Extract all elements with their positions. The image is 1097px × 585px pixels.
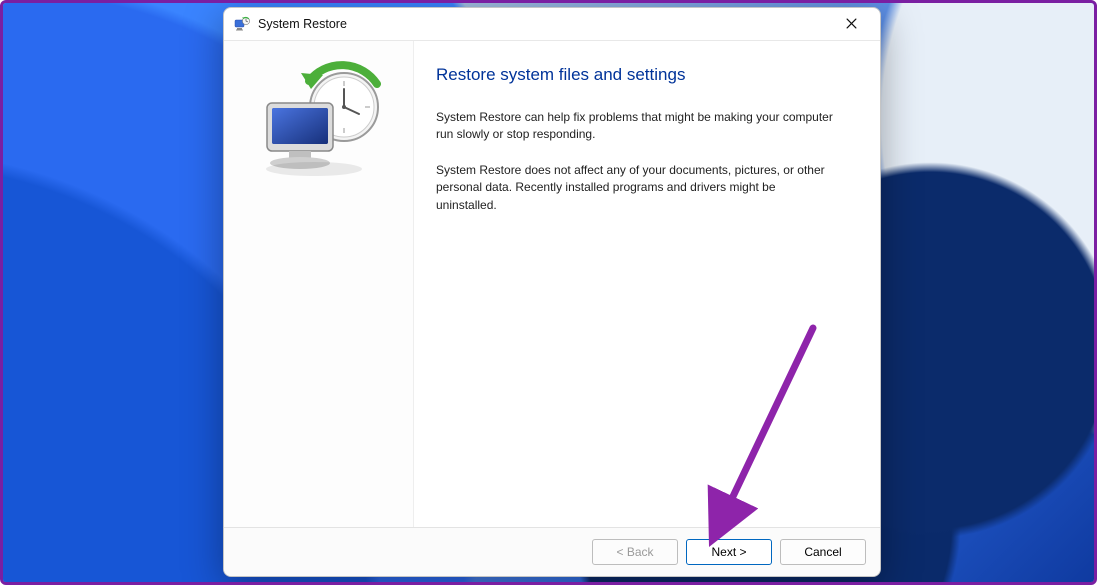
window-title: System Restore <box>258 17 347 31</box>
wizard-sidebar <box>224 41 414 527</box>
system-restore-window: System Restore <box>223 7 881 577</box>
titlebar: System Restore <box>224 8 880 41</box>
system-restore-icon <box>234 16 250 32</box>
wizard-footer: < Back Next > Cancel <box>224 527 880 576</box>
wizard-content: Restore system files and settings System… <box>414 41 880 527</box>
description-paragraph-1: System Restore can help fix problems tha… <box>436 109 836 144</box>
close-icon <box>846 17 857 31</box>
description-paragraph-2: System Restore does not affect any of yo… <box>436 162 836 214</box>
page-heading: Restore system files and settings <box>436 65 852 85</box>
restore-illustration-icon <box>239 59 399 179</box>
cancel-button[interactable]: Cancel <box>780 539 866 565</box>
back-button: < Back <box>592 539 678 565</box>
next-button[interactable]: Next > <box>686 539 772 565</box>
close-button[interactable] <box>828 9 874 39</box>
